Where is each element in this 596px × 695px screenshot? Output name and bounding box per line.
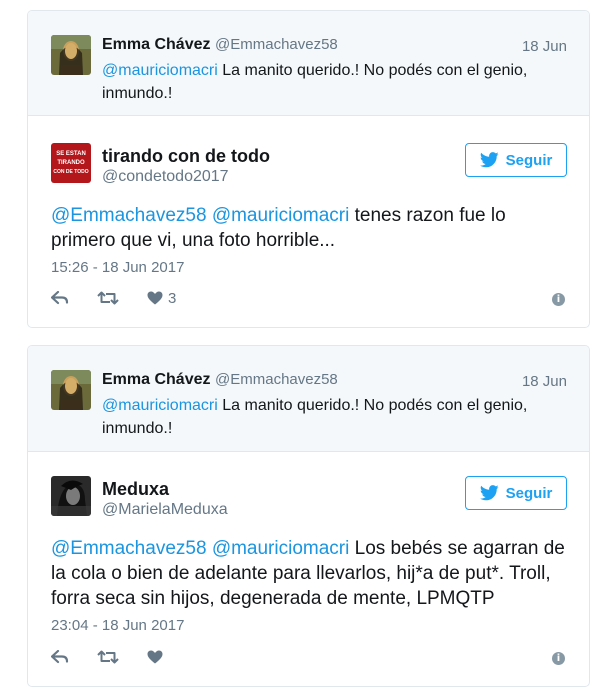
info-icon[interactable]: i bbox=[552, 293, 565, 306]
tweet-actions bbox=[51, 647, 196, 667]
quoted-date[interactable]: 18 Jun bbox=[522, 373, 567, 390]
mention-link[interactable]: @Emmachavez58 bbox=[51, 538, 207, 559]
quoted-author-handle[interactable]: @Emmachavez58 bbox=[215, 371, 338, 388]
quoted-tweet[interactable]: Emma Chávez @Emmachavez58 18 Jun @mauric… bbox=[28, 346, 589, 452]
author-handle[interactable]: @MarielaMeduxa bbox=[102, 501, 228, 519]
author-name[interactable]: tirando con de todo bbox=[102, 146, 270, 167]
mention-link[interactable]: @Emmachavez58 bbox=[51, 205, 207, 226]
tweet-embed-card: Emma Chávez @Emmachavez58 18 Jun @mauric… bbox=[27, 345, 590, 687]
quoted-author-name[interactable]: Emma Chávez bbox=[102, 371, 211, 389]
retweet-icon bbox=[97, 650, 119, 664]
quoted-author-handle[interactable]: @Emmachavez58 bbox=[215, 36, 338, 53]
retweet-button[interactable] bbox=[97, 650, 119, 664]
like-count: 3 bbox=[168, 289, 177, 307]
tweet-text: @Emmachavez58 @mauriciomacri tenes razon… bbox=[51, 205, 506, 251]
mention-link[interactable]: @mauriciomacri bbox=[102, 397, 218, 414]
reply-button[interactable] bbox=[51, 291, 69, 305]
quoted-text: @mauriciomacri La manito querido.! No po… bbox=[102, 62, 528, 102]
follow-button[interactable]: Seguir bbox=[465, 143, 567, 177]
logo-text-line: SE ESTAN bbox=[56, 151, 86, 157]
author-name[interactable]: Meduxa bbox=[102, 479, 169, 500]
logo-text-line: CON DE TODO bbox=[53, 169, 88, 175]
logo-text-line: TIRANDO bbox=[57, 160, 85, 166]
follow-label: Seguir bbox=[505, 484, 553, 502]
quoted-author-name[interactable]: Emma Chávez bbox=[102, 36, 211, 54]
tweet-text: @Emmachavez58 @mauriciomacri Los bebés s… bbox=[51, 538, 565, 609]
like-button[interactable]: 3 bbox=[147, 290, 176, 307]
quoted-text: @mauriciomacri La manito querido.! No po… bbox=[102, 397, 528, 437]
like-button[interactable] bbox=[147, 650, 168, 664]
mention-link[interactable]: @mauriciomacri bbox=[102, 62, 218, 79]
retweet-button[interactable] bbox=[97, 291, 119, 305]
twitter-bird-icon bbox=[479, 485, 499, 501]
se-estan-tirando-con-de-todo-logo[interactable]: SE ESTAN TIRANDO CON DE TODO bbox=[51, 143, 91, 183]
info-icon[interactable]: i bbox=[552, 652, 565, 665]
heart-icon bbox=[147, 650, 163, 664]
reply-icon bbox=[51, 650, 69, 664]
reply-button[interactable] bbox=[51, 650, 69, 664]
tweet-actions: 3 bbox=[51, 288, 204, 308]
dark-portrait-avatar[interactable] bbox=[51, 476, 91, 516]
twitter-bird-icon bbox=[479, 152, 499, 168]
mona-lisa-avatar[interactable] bbox=[51, 370, 91, 410]
quoted-tweet[interactable]: Emma Chávez @Emmachavez58 18 Jun @mauric… bbox=[28, 11, 589, 116]
heart-icon bbox=[147, 291, 163, 305]
reply-icon bbox=[51, 291, 69, 305]
retweet-icon bbox=[97, 291, 119, 305]
follow-label: Seguir bbox=[505, 151, 553, 169]
mona-lisa-avatar[interactable] bbox=[51, 35, 91, 75]
tweet-timestamp[interactable]: 23:04 - 18 Jun 2017 bbox=[51, 617, 184, 634]
mention-link[interactable]: @mauriciomacri bbox=[212, 538, 350, 559]
quoted-date[interactable]: 18 Jun bbox=[522, 38, 567, 55]
author-handle[interactable]: @condetodo2017 bbox=[102, 168, 229, 186]
mention-link[interactable]: @mauriciomacri bbox=[212, 205, 350, 226]
tweet-timestamp[interactable]: 15:26 - 18 Jun 2017 bbox=[51, 259, 184, 276]
follow-button[interactable]: Seguir bbox=[465, 476, 567, 510]
tweet-embed-card: Emma Chávez @Emmachavez58 18 Jun @mauric… bbox=[27, 10, 590, 328]
